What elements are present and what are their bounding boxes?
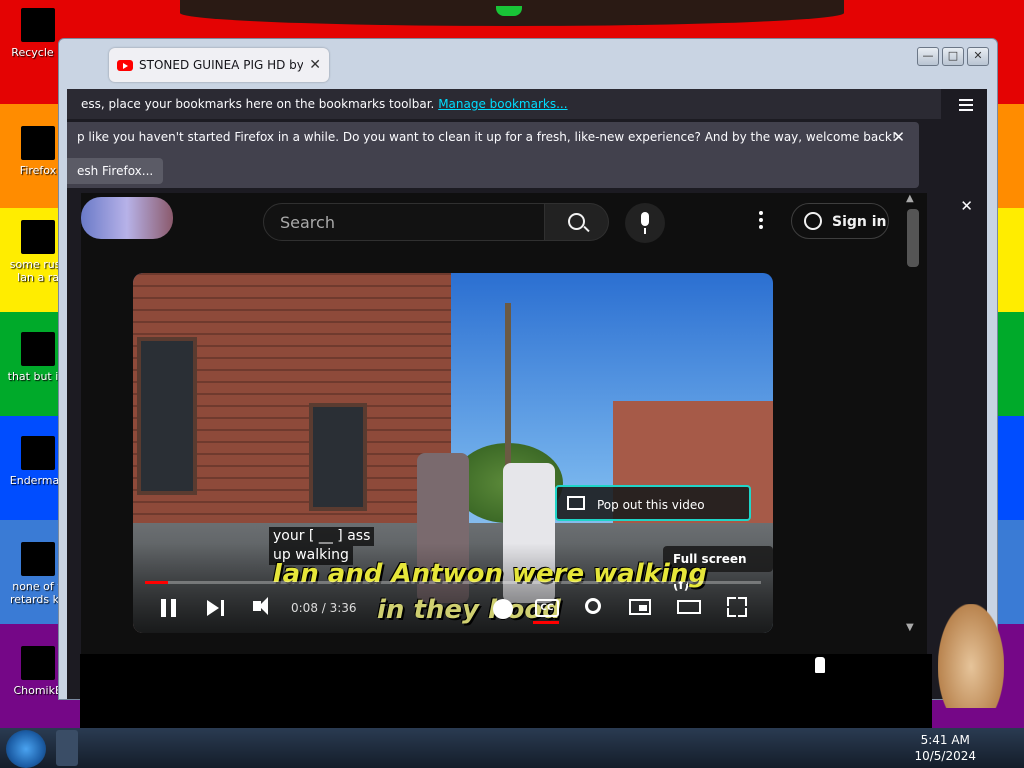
minimize-button[interactable]: — — [917, 47, 939, 66]
firefox-window: STONED GUINEA PIG HD by Gh ✕ — □ ✕ ess, … — [58, 38, 998, 700]
time-display: 0:08 / 3:36 — [291, 601, 357, 615]
next-icon[interactable] — [207, 600, 219, 616]
user-icon — [804, 212, 822, 230]
tab-close-icon[interactable]: ✕ — [309, 57, 321, 73]
progress-bar[interactable] — [145, 581, 761, 584]
volume-icon[interactable] — [253, 597, 268, 615]
pause-icon[interactable] — [161, 599, 177, 617]
hamburger-menu-icon[interactable] — [959, 99, 973, 114]
bookmarks-toolbar: ess, place your bookmarks here on the bo… — [67, 89, 941, 119]
video-player[interactable]: Pop out this video Full screen (f) your … — [133, 273, 773, 633]
pop-out-icon — [567, 496, 585, 510]
miniplayer-icon[interactable] — [629, 599, 651, 615]
subtitles-icon[interactable]: CC — [535, 599, 559, 617]
hamster-icon — [21, 646, 55, 680]
secondary-close-icon[interactable]: ✕ — [960, 197, 973, 215]
wallpaper-top-graphic — [180, 0, 844, 26]
youtube-page: Search Sign in Pop out this video Full s… — [81, 193, 927, 673]
bookmarks-hint: ess, place your bookmarks here on the bo… — [81, 97, 435, 111]
clock-time: 5:41 AM — [920, 733, 970, 747]
refresh-firefox-button[interactable]: esh Firefox... — [67, 158, 164, 184]
taskbar-item[interactable] — [56, 730, 78, 766]
vertical-scroll-thumb[interactable] — [907, 209, 919, 267]
theater-mode-icon[interactable] — [677, 600, 701, 614]
youtube-logo[interactable] — [81, 197, 173, 239]
clock-date: 10/5/2024 — [914, 749, 976, 763]
refresh-notification: p like you haven't started Firefox in a … — [67, 122, 919, 188]
browser-content: ess, place your bookmarks here on the bo… — [67, 89, 987, 699]
voice-search-icon[interactable] — [625, 203, 665, 243]
notification-message: p like you haven't started Firefox in a … — [77, 130, 897, 144]
burned-in-lyric-1: Ian and Antwon were walking — [273, 559, 707, 589]
notification-close-icon[interactable]: ✕ — [892, 128, 905, 146]
tab-title: STONED GUINEA PIG HD by Gh — [139, 58, 304, 72]
video-window — [309, 403, 367, 511]
scroll-up-icon[interactable]: ▲ — [906, 193, 914, 204]
pop-out-label: Pop out this video — [597, 498, 705, 512]
close-window-button[interactable]: ✕ — [967, 47, 989, 66]
maximize-button[interactable]: □ — [942, 47, 964, 66]
subtitles-active-indicator — [533, 621, 559, 624]
more-options-icon[interactable] — [759, 211, 763, 232]
caption-line-1: your [ __ ] ass — [269, 527, 375, 546]
next-bar-icon — [221, 600, 224, 616]
system-clock[interactable]: 5:41 AM 10/5/2024 — [914, 732, 976, 764]
hamster-sticker — [938, 604, 1004, 708]
video-window — [137, 337, 197, 495]
browser-tab[interactable]: STONED GUINEA PIG HD by Gh ✕ — [109, 48, 329, 82]
hand-cursor-icon — [814, 656, 826, 674]
sign-in-button[interactable]: Sign in — [791, 203, 889, 239]
window-controls: — □ ✕ — [917, 47, 989, 66]
start-button[interactable] — [6, 730, 46, 768]
recycle-bin-icon — [21, 8, 55, 42]
scroll-down-icon[interactable]: ▼ — [906, 622, 914, 633]
sign-in-label: Sign in — [832, 214, 887, 230]
file-icon — [21, 542, 55, 576]
search-button[interactable] — [545, 203, 609, 241]
firefox-icon — [21, 126, 55, 160]
progress-fill — [145, 581, 168, 584]
file-icon — [21, 220, 55, 254]
search-icon — [568, 213, 585, 230]
autoplay-toggle-icon[interactable] — [493, 599, 513, 619]
search-input[interactable]: Search — [263, 203, 545, 241]
settings-gear-icon[interactable] — [585, 598, 601, 614]
fullscreen-icon[interactable] — [727, 597, 747, 617]
manage-bookmarks-link[interactable]: Manage bookmarks... — [438, 97, 567, 111]
app-icon — [21, 436, 55, 470]
file-icon — [21, 332, 55, 366]
player-controls: 0:08 / 3:36 CC — [133, 591, 773, 629]
pop-out-tooltip[interactable]: Pop out this video — [555, 485, 751, 521]
youtube-favicon-icon — [117, 59, 133, 71]
taskbar: 5:41 AM 10/5/2024 — [0, 728, 1024, 768]
vertical-scrollbar[interactable]: ▲ ▼ — [903, 193, 923, 633]
